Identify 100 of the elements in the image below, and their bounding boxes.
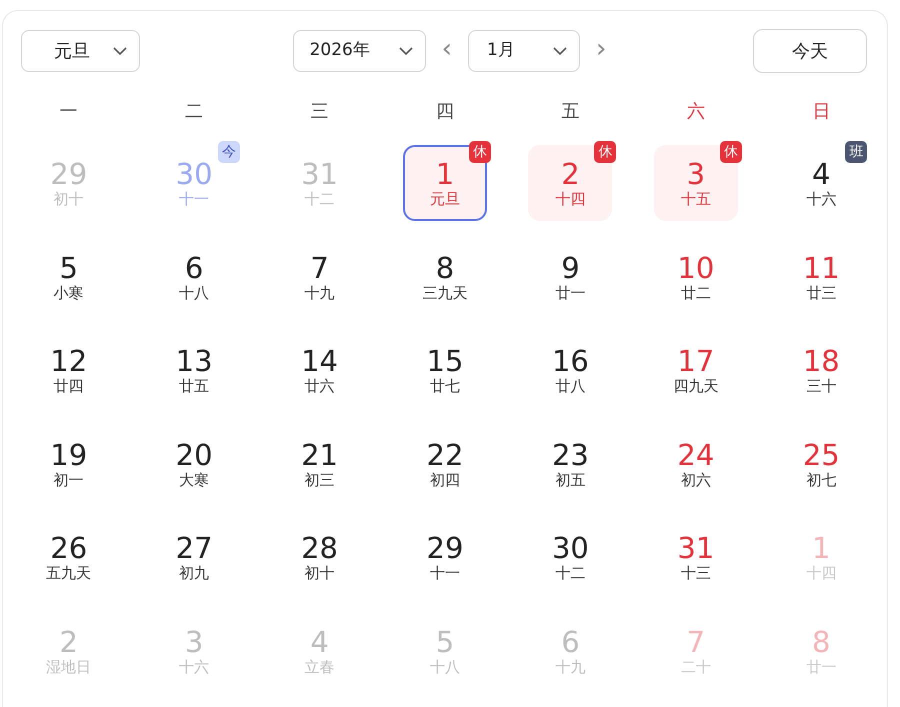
day-badge: 休 bbox=[468, 141, 491, 163]
day-number: 7 bbox=[686, 626, 706, 658]
lunar-date: 大寒 bbox=[179, 470, 210, 488]
day-number: 4 bbox=[812, 158, 830, 190]
day-cell[interactable]: 19 初一 bbox=[26, 426, 111, 502]
lunar-date: 廿一 bbox=[555, 284, 586, 302]
day-badge: 休 bbox=[720, 141, 742, 163]
day-number: 1 bbox=[812, 532, 830, 564]
day-number: 23 bbox=[552, 438, 589, 470]
day-cell[interactable]: 5 小寒 bbox=[26, 238, 111, 314]
caret-icon bbox=[553, 47, 567, 55]
lunar-date: 湿地日 bbox=[46, 658, 92, 676]
weekday-label: 四 bbox=[436, 100, 454, 124]
weekday-label: 日 bbox=[812, 100, 830, 124]
previous-month-button[interactable]: ‹ bbox=[438, 36, 456, 66]
day-cell[interactable]: 17 四九天 bbox=[654, 332, 738, 408]
day-cell[interactable]: 27 初九 bbox=[152, 519, 236, 595]
lunar-date: 初一 bbox=[54, 470, 84, 488]
day-cell[interactable]: 15 廿七 bbox=[402, 332, 487, 408]
weekday-label: 二 bbox=[185, 100, 204, 124]
day-cell[interactable]: 18 三十 bbox=[779, 332, 864, 408]
lunar-date: 十五 bbox=[680, 190, 711, 208]
lunar-date: 廿四 bbox=[54, 377, 84, 395]
lunar-date: 立春 bbox=[304, 658, 335, 676]
next-month-button[interactable]: › bbox=[592, 36, 610, 66]
lunar-date: 廿六 bbox=[304, 377, 335, 395]
day-cell[interactable]: 6 十八 bbox=[152, 238, 236, 314]
caret-icon bbox=[398, 47, 413, 55]
day-number: 5 bbox=[436, 626, 454, 658]
lunar-date: 五九天 bbox=[46, 564, 92, 582]
lunar-date: 十一 bbox=[179, 190, 210, 208]
day-number: 18 bbox=[802, 345, 840, 377]
day-number: 30 bbox=[176, 158, 213, 190]
lunar-date: 十九 bbox=[304, 284, 335, 302]
day-cell[interactable]: 22 初四 bbox=[402, 426, 487, 502]
day-cell[interactable]: 10 廿二 bbox=[654, 238, 738, 314]
day-cell[interactable]: 24 初六 bbox=[654, 426, 738, 502]
lunar-date: 初六 bbox=[680, 470, 711, 488]
day-number: 8 bbox=[436, 252, 454, 284]
lunar-date: 廿二 bbox=[680, 284, 711, 302]
day-cell[interactable]: 8 三九天 bbox=[402, 238, 487, 314]
day-number: 17 bbox=[677, 345, 714, 377]
day-number: 31 bbox=[677, 532, 714, 564]
day-number: 15 bbox=[426, 345, 464, 377]
lunar-date: 十三 bbox=[680, 564, 711, 582]
day-number: 31 bbox=[301, 158, 338, 190]
day-cell[interactable]: 20 大寒 bbox=[152, 426, 236, 502]
lunar-date: 十六 bbox=[179, 658, 210, 676]
day-number: 29 bbox=[426, 532, 464, 564]
lunar-date: 元旦 bbox=[430, 190, 460, 208]
day-number: 14 bbox=[301, 345, 338, 377]
day-number: 8 bbox=[812, 626, 830, 658]
lunar-date: 廿三 bbox=[806, 284, 836, 302]
lunar-date: 四九天 bbox=[673, 377, 718, 395]
lunar-date: 十六 bbox=[806, 190, 836, 208]
day-number: 2 bbox=[561, 158, 580, 190]
month-dropdown[interactable]: 1月 bbox=[468, 30, 580, 72]
weekday-label: 五 bbox=[561, 100, 580, 124]
day-cell[interactable]: 9 廿一 bbox=[528, 238, 612, 314]
lunar-date: 初九 bbox=[179, 564, 210, 582]
day-number: 28 bbox=[301, 532, 338, 564]
lunar-date: 十八 bbox=[179, 284, 210, 302]
lunar-date: 十九 bbox=[555, 658, 586, 676]
day-number: 12 bbox=[50, 345, 88, 377]
day-cell[interactable]: 29 十一 bbox=[402, 519, 487, 595]
day-badge: 今 bbox=[218, 141, 240, 163]
day-cell[interactable]: 11 廿三 bbox=[779, 238, 864, 314]
day-number: 27 bbox=[176, 532, 213, 564]
lunar-date: 初十 bbox=[304, 564, 335, 582]
day-cell[interactable]: 25 初七 bbox=[779, 426, 864, 502]
day-number: 1 bbox=[436, 158, 454, 190]
lunar-date: 初五 bbox=[555, 470, 586, 488]
year-dropdown[interactable]: 2026年 bbox=[292, 30, 426, 72]
day-number: 3 bbox=[184, 626, 204, 658]
today-button[interactable]: 今天 bbox=[753, 29, 867, 73]
day-number: 22 bbox=[426, 438, 464, 470]
caret-icon bbox=[113, 47, 127, 55]
holiday-dropdown[interactable]: 元旦 bbox=[21, 30, 140, 72]
day-cell[interactable]: 12 廿四 bbox=[26, 332, 111, 408]
day-number: 25 bbox=[802, 438, 840, 470]
lunar-date: 初三 bbox=[304, 470, 335, 488]
lunar-date: 小寒 bbox=[54, 284, 84, 302]
day-cell[interactable]: 23 初五 bbox=[528, 426, 612, 502]
day-number: 7 bbox=[310, 252, 329, 284]
day-cell[interactable]: 14 廿六 bbox=[278, 332, 362, 408]
day-cell[interactable]: 7 十九 bbox=[278, 238, 362, 314]
lunar-date: 初七 bbox=[806, 470, 836, 488]
day-cell[interactable]: 16 廿八 bbox=[528, 332, 612, 408]
lunar-date: 三十 bbox=[806, 377, 836, 395]
day-cell[interactable]: 31 十三 bbox=[654, 519, 738, 595]
day-cell[interactable]: 28 初十 bbox=[278, 519, 362, 595]
day-number: 5 bbox=[59, 252, 78, 284]
day-number: 6 bbox=[184, 252, 204, 284]
day-badge: 休 bbox=[594, 141, 616, 163]
day-cell[interactable]: 30 十二 bbox=[528, 519, 612, 595]
day-cell[interactable]: 26 五九天 bbox=[26, 519, 111, 595]
weekday-label: 一 bbox=[60, 100, 78, 124]
day-cell[interactable]: 13 廿五 bbox=[152, 332, 236, 408]
day-number: 24 bbox=[677, 438, 714, 470]
day-cell[interactable]: 21 初三 bbox=[278, 426, 362, 502]
